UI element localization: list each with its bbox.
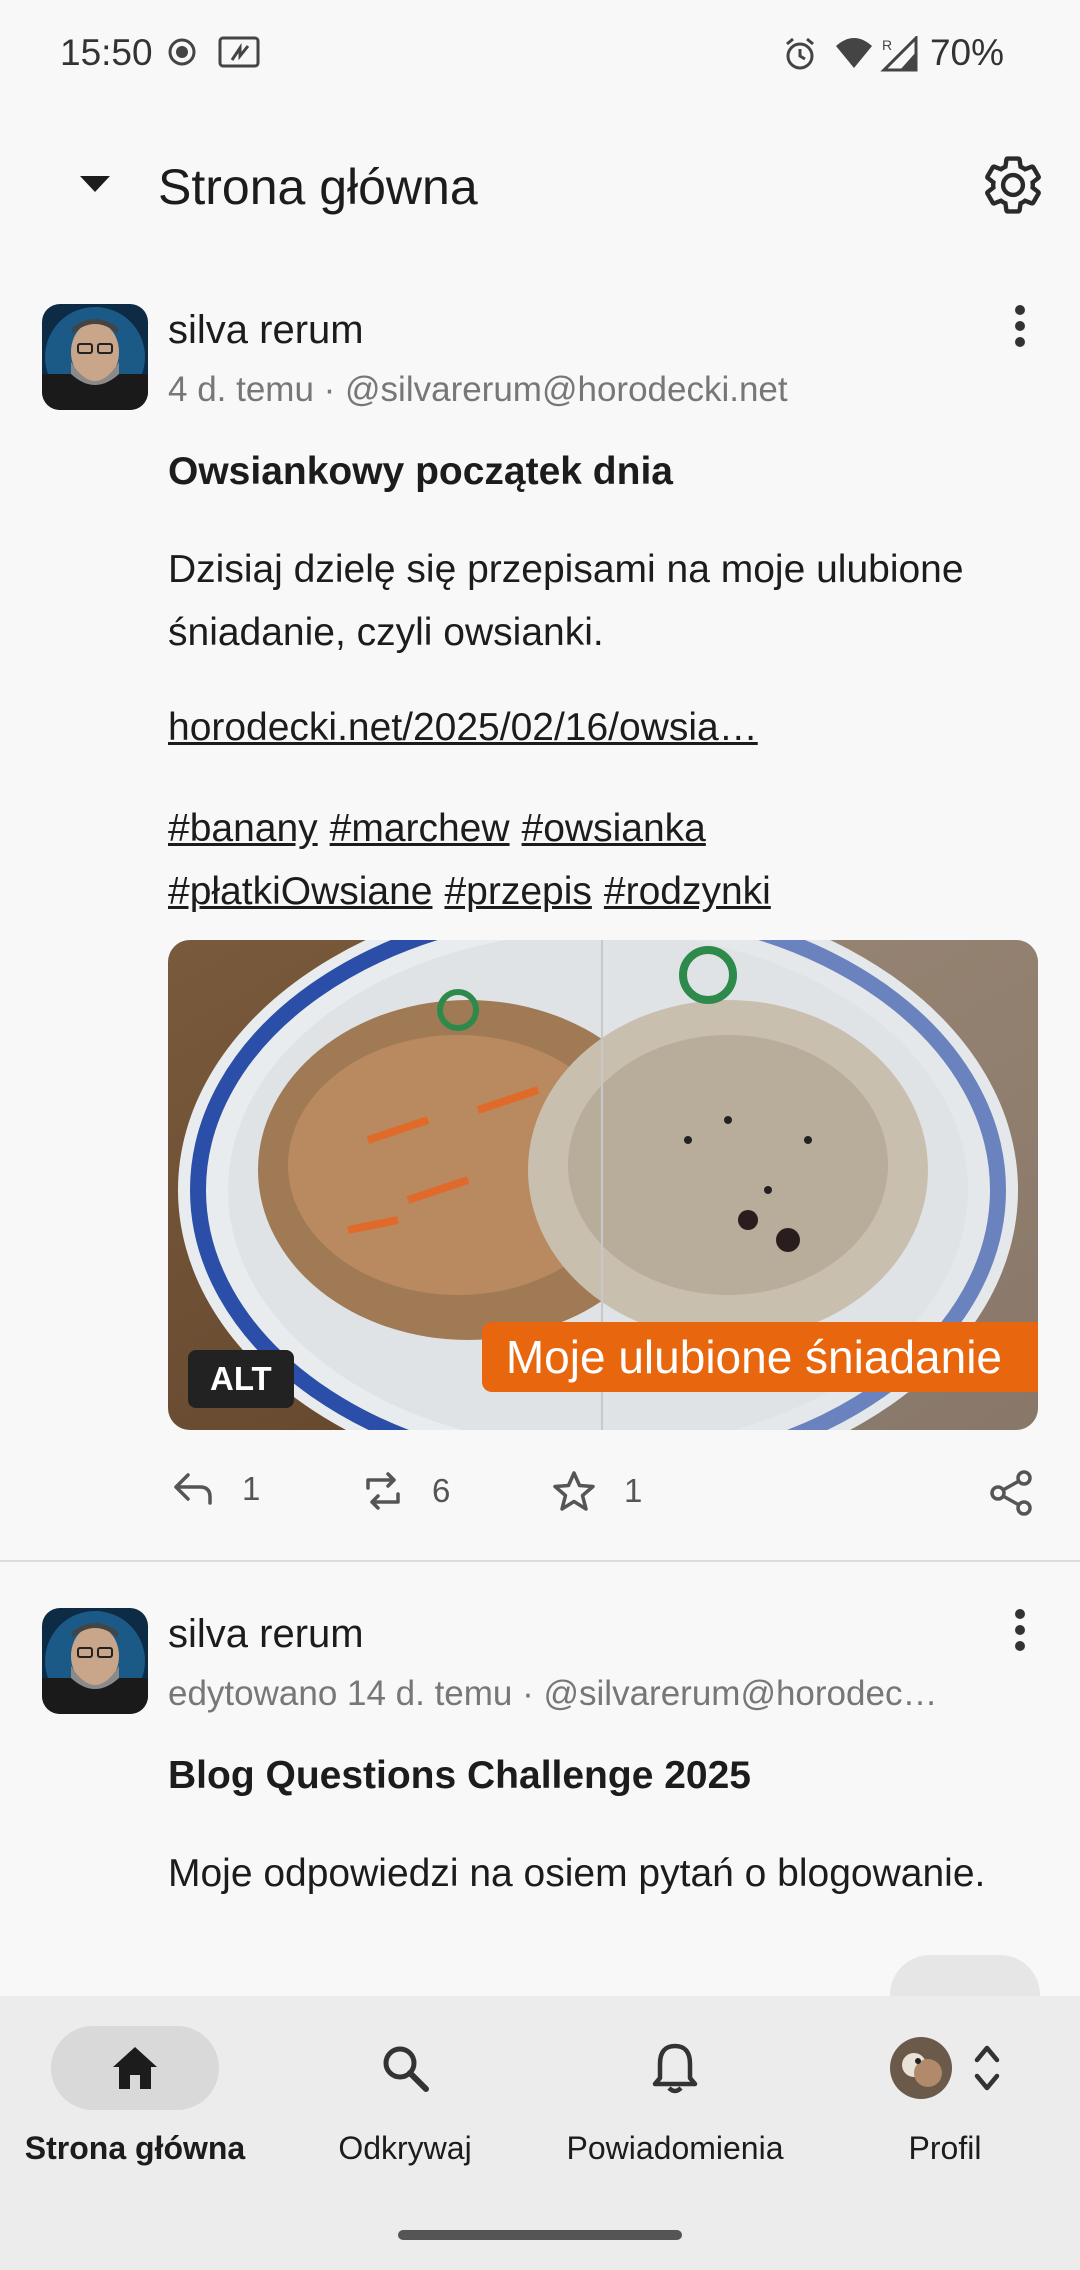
share-icon — [990, 1470, 1032, 1516]
nav-pill-explore — [321, 2026, 489, 2110]
star-icon — [553, 1471, 595, 1511]
post-body: Moje odpowiedzi na osiem pytań o blogowa… — [168, 1852, 986, 1895]
share-button[interactable] — [988, 1470, 1062, 1516]
signal-icon: R — [880, 34, 918, 77]
record-icon — [166, 36, 198, 73]
hashtag-marchew[interactable]: #marchew — [330, 807, 510, 850]
nav-pill-notifications — [591, 2026, 759, 2110]
nav-item-explore[interactable]: Odkrywaj — [280, 2026, 530, 2167]
post-title: Owsiankowy początek dnia — [168, 450, 673, 493]
nav-item-home[interactable]: Strona główna — [10, 2026, 260, 2167]
boost-count: 6 — [432, 1472, 451, 1509]
nav-label-notifications: Powiadomienia — [566, 2130, 784, 2166]
avatar[interactable] — [42, 1608, 148, 1714]
post-body: Dzisiaj dzielę się przepisami na moje ul… — [168, 548, 964, 654]
alarm-icon — [782, 36, 818, 77]
post-link[interactable]: horodecki.net/2025/02/16/owsia… — [168, 706, 758, 750]
favourite-count: 1 — [624, 1472, 643, 1509]
post-meta: 4 d. temu · @silvarerum@horodecki.net — [168, 370, 788, 409]
reply-button[interactable]: 1 — [172, 1470, 260, 1508]
hashtag-banany[interactable]: #banany — [168, 807, 318, 850]
post-divider — [0, 1560, 1080, 1562]
home-indicator[interactable] — [398, 2230, 682, 2240]
nav-item-notifications[interactable]: Powiadomienia — [550, 2026, 800, 2167]
nav-pill-home — [51, 2026, 219, 2110]
bell-icon — [652, 2043, 698, 2094]
post-meta: edytowano 14 d. temu · @silvarerum@horod… — [168, 1674, 938, 1713]
app-header: Strona główna — [0, 110, 1080, 260]
nav-label-explore: Odkrywaj — [338, 2130, 472, 2166]
status-time: 15:50 — [60, 32, 153, 73]
hashtag-przepis[interactable]: #przepis — [444, 870, 591, 913]
author-name[interactable]: silva rerum — [168, 308, 364, 353]
post-actions: 1 6 1 — [0, 1470, 1080, 1530]
home-icon — [113, 2047, 157, 2089]
image-caption: Moje ulubione śniadanie — [481, 1322, 1038, 1392]
favourite-button[interactable]: 1 — [552, 1470, 642, 1512]
nav-pill-profile — [861, 2026, 1029, 2110]
boost-button[interactable]: 6 — [362, 1470, 450, 1512]
alt-badge[interactable]: ALT — [188, 1350, 294, 1408]
bottom-navigation: Strona główna Odkrywaj Powiadomienia Pro… — [0, 1996, 1080, 2270]
dropdown-arrow-icon[interactable] — [70, 160, 120, 210]
status-bar: 15:50 R 70% — [0, 0, 1080, 110]
search-icon — [383, 2046, 429, 2092]
avatar — [890, 2037, 952, 2099]
nav-label-home: Strona główna — [24, 2130, 246, 2166]
wifi-icon — [834, 36, 874, 75]
chevron-up-down-icon — [974, 2045, 1000, 2091]
post-title: Blog Questions Challenge 2025 — [168, 1754, 751, 1797]
hashtag-platkiowsiane[interactable]: #płatkiOwsiane — [168, 870, 432, 913]
reply-icon — [174, 1473, 212, 1505]
gear-icon[interactable] — [980, 152, 1046, 218]
nav-item-profile[interactable]: Profil — [820, 2026, 1070, 2167]
reply-count: 1 — [242, 1470, 261, 1507]
post-image[interactable]: Moje ulubione śniadanie ALT — [168, 940, 1038, 1430]
author-name[interactable]: silva rerum — [168, 1612, 364, 1657]
more-options-icon[interactable] — [1000, 302, 1040, 352]
hashtag-rodzynki[interactable]: #rodzynki — [604, 870, 771, 913]
screen: 15:50 R 70% Strona główna silva rerum 4 … — [0, 0, 1080, 2270]
avatar[interactable] — [42, 304, 148, 410]
hashtags: #banany #marchew #owsianka #płatkiOwsiane #… — [168, 797, 1048, 923]
hashtag-owsianka[interactable]: #owsianka — [522, 807, 706, 850]
svg-text:R: R — [882, 37, 892, 53]
cast-icon — [218, 36, 262, 75]
battery-level: 70% — [929, 32, 1004, 73]
nav-label-profile: Profil — [908, 2130, 982, 2166]
page-title[interactable]: Strona główna — [158, 158, 478, 216]
boost-icon — [366, 1472, 400, 1510]
more-options-icon[interactable] — [1000, 1606, 1040, 1656]
